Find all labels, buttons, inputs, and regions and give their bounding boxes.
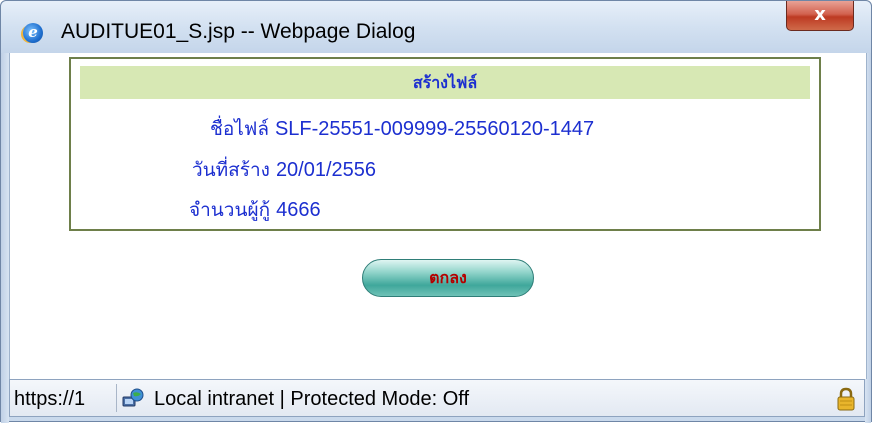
title-bar[interactable]: e AUDITUE01_S.jsp -- Webpage Dialog (1, 1, 871, 53)
ie-logo-icon: e (23, 23, 43, 43)
status-url: https://1 (14, 388, 86, 410)
borrower-count-row: จำนวนผู้กู้ 4666 (189, 195, 321, 225)
created-date-value: 20/01/2556 (275, 159, 377, 181)
file-name-value: SLF-25551-009999-25560120-1447 (274, 118, 595, 140)
ok-button[interactable]: ตกลง (362, 259, 534, 297)
close-button[interactable]: x (786, 1, 854, 31)
panel-header: สร้างไฟล์ (80, 66, 810, 99)
window-title: AUDITUE01_S.jsp -- Webpage Dialog (61, 20, 416, 43)
borrower-count-label: จำนวนผู้กู้ (189, 200, 271, 221)
created-date-label: วันที่สร้าง (192, 160, 270, 181)
window-frame-left (1, 53, 9, 423)
status-separator (116, 384, 117, 412)
created-date-row: วันที่สร้าง 20/01/2556 (192, 155, 376, 185)
file-info-panel: สร้างไฟล์ ชื่อไฟล์ SLF-25551-009999-25560… (69, 57, 821, 231)
globe-network-icon (122, 388, 144, 407)
dialog-content: สร้างไฟล์ ชื่อไฟล์ SLF-25551-009999-25560… (9, 53, 867, 379)
dialog-window: e AUDITUE01_S.jsp -- Webpage Dialog x สร… (0, 0, 872, 423)
status-bar: https://1 Local intranet | Protected Mod… (9, 379, 865, 417)
borrower-count-value: 4666 (276, 199, 321, 221)
file-name-row: ชื่อไฟล์ SLF-25551-009999-25560120-1447 (210, 114, 594, 144)
file-name-label: ชื่อไฟล์ (210, 119, 269, 140)
padlock-icon[interactable] (836, 387, 856, 411)
security-zone-text: Local intranet | Protected Mode: Off (154, 388, 469, 410)
